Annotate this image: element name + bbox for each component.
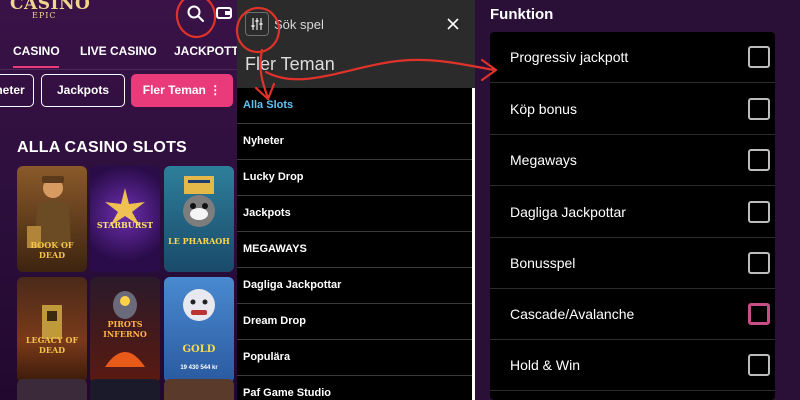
chip-jackpots[interactable]: Jackpots [41,74,125,107]
list-item[interactable]: Jackpots [237,196,475,232]
wallet-icon[interactable] [216,6,232,19]
filter-option[interactable]: Dagliga Jackpottar [490,187,775,238]
list-item[interactable]: Paf Game Studio [237,376,475,400]
filter-panel: Funktion Progressiv jackpott Köp bonus M… [475,0,800,400]
filter-option[interactable]: Hold & Win [490,340,775,391]
search-panel: Fler Teman Alla Slots Nyheter Lucky Drop… [237,0,475,400]
list-item[interactable]: Nyheter [237,124,475,160]
list-item-label: Nyheter [243,135,284,147]
filter-checkbox[interactable] [748,252,770,274]
chip-label: Jackpots [56,83,110,97]
game-tile[interactable]: BOOK OF DEAD [17,166,87,272]
search-input[interactable] [274,15,424,33]
tile-caption: BOOK OF DEAD [30,240,74,260]
filter-checkbox[interactable] [748,201,770,223]
screenshot-root: CASINO EPIC CASINO LIVE CASINO JACKPOTT … [0,0,800,400]
game-tile[interactable]: LEGACY OF DEAD [17,277,87,383]
filter-option[interactable]: Megaways [490,135,775,186]
section-title: ALLA CASINO SLOTS [17,139,187,156]
game-art [105,188,145,226]
close-icon[interactable] [444,15,462,33]
game-tile[interactable]: GOLD 19 430 544 kr [164,277,234,383]
nav-divider [0,69,237,70]
list-item-label: Dagliga Jackpottar [243,279,342,291]
game-tile[interactable] [164,379,234,400]
filter-option[interactable]: Köp bonus [490,84,775,135]
chip-nyheter[interactable]: heter [0,74,34,107]
top-nav: CASINO LIVE CASINO JACKPOTT [0,44,237,62]
filter-options: Progressiv jackpott Köp bonus Megaways D… [490,32,775,400]
nav-jackpott[interactable]: JACKPOTT [174,44,237,58]
tile-caption: LE PHARAOH [168,236,230,246]
search-panel-header: Fler Teman [237,0,475,88]
filter-option-label: Dagliga Jackpottar [510,204,626,220]
filter-option-label: Progressiv jackpott [510,49,629,65]
filter-button[interactable] [245,12,269,36]
tile-caption: STARBURST [96,220,154,230]
filter-option-label: Cascade/Avalanche [510,306,635,322]
chip-label: heter [0,83,25,97]
search-panel-heading: Fler Teman [245,54,335,74]
chip-label: Fler Teman [142,83,206,97]
filter-option-focused[interactable]: Cascade/Avalanche [490,289,775,340]
nav-live-casino[interactable]: LIVE CASINO [80,44,157,58]
chip-fler-teman[interactable]: Fler Teman ⋮ [131,74,233,107]
nav-casino[interactable]: CASINO [13,44,60,58]
casino-logo[interactable]: CASINO EPIC [10,0,90,20]
casino-panel: CASINO EPIC CASINO LIVE CASINO JACKPOTT … [0,0,237,400]
filter-option[interactable]: Progressiv jackpott [490,32,775,83]
tile-caption: GOLD [182,344,216,355]
list-item-label: Alla Slots [243,99,294,111]
filter-option-label: Megaways [510,152,577,168]
search-icon[interactable] [186,5,206,23]
tile-caption: LEGACY OF DEAD [25,335,79,355]
game-art [183,176,215,227]
list-item-alla-slots[interactable]: Alla Slots [237,88,475,124]
list-item[interactable]: Dream Drop [237,304,475,340]
list-item-label: Paf Game Studio [243,387,332,399]
filter-option-label: Köp bonus [510,101,577,117]
list-item[interactable]: MEGAWAYS [237,232,475,268]
game-tile[interactable]: PIROTS INFERNO [90,277,160,383]
tile-jackpot-amount: 19 430 544 kr [180,365,218,371]
filter-option-label: Bonusspel [510,255,576,271]
game-tile[interactable] [17,379,87,400]
tile-caption: PIROTS INFERNO [103,319,147,339]
logo-text-bottom: EPIC [32,11,57,20]
list-item[interactable]: Populära [237,340,475,376]
filter-checkbox[interactable] [748,303,770,325]
list-item[interactable]: Dagliga Jackpottar [237,268,475,304]
list-item[interactable]: Lucky Drop [237,160,475,196]
sliders-icon [251,18,263,30]
list-item-label: Populära [243,351,291,363]
filter-option-label: Hold & Win [510,357,581,373]
game-tile[interactable] [90,379,160,400]
list-item-label: Dream Drop [243,315,306,327]
filter-checkbox[interactable] [748,98,770,120]
filter-panel-title: Funktion [490,6,554,23]
more-vertical-icon: ⋮ [209,83,222,97]
game-art [42,305,62,339]
filter-option[interactable]: Bonusspel [490,238,775,289]
game-tile[interactable]: STARBURST [90,166,160,272]
filter-checkbox[interactable] [748,354,770,376]
filter-checkbox[interactable] [748,149,770,171]
list-item-label: MEGAWAYS [243,243,307,255]
nav-active-underline [13,66,59,68]
list-item-label: Lucky Drop [243,171,304,183]
list-item-label: Jackpots [243,207,291,219]
filter-checkbox[interactable] [748,46,770,68]
game-tile[interactable]: LE PHARAOH [164,166,234,272]
